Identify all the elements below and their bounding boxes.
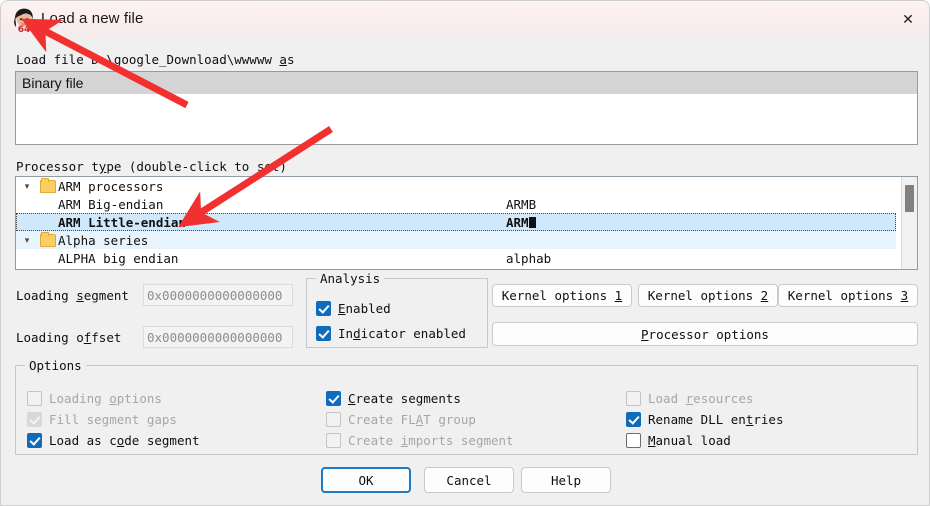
checkbox-label: Load as code segment: [49, 433, 200, 448]
text-caret: [528, 216, 536, 228]
tree-row-code: ARMB: [506, 196, 537, 212]
checkbox-indicator-enabled[interactable]: Indicator enabled: [316, 326, 466, 341]
folder-icon: [38, 177, 58, 193]
loading-segment-input[interactable]: 0x0000000000000000: [143, 284, 293, 306]
checkbox-label: Rename DLL entries: [648, 412, 784, 427]
load-file-suffix: s: [286, 52, 295, 67]
kernel-options-1-button[interactable]: Kernel options 1: [492, 284, 632, 307]
file-format-list[interactable]: Binary file: [15, 71, 918, 145]
seg-label-rest: egment: [83, 288, 129, 303]
svg-text:64: 64: [18, 25, 31, 33]
checkbox-box[interactable]: [326, 391, 341, 406]
checkbox-loading-options[interactable]: Loading options: [27, 391, 162, 406]
processor-type-label: Processor type (double-click to set): [16, 159, 287, 174]
load-file-label: Load file D:\google_Download\wwwww as: [16, 52, 294, 67]
title-bar: 64 Load a new file ✕: [1, 1, 929, 38]
loading-segment-label: Loading segment: [16, 288, 129, 303]
checkbox-label: Fill segment gaps: [49, 412, 177, 427]
checkbox-label: Create imports segment: [348, 433, 514, 448]
kernel-options-2-button[interactable]: Kernel options 2: [638, 284, 778, 307]
tree-row-label: ARM Big-endian: [58, 196, 164, 212]
load-new-file-dialog: 64 Load a new file ✕ Load file D:\google…: [0, 0, 930, 506]
load-file-mnemonic: a: [279, 52, 287, 67]
ida-logo-icon: 64: [14, 8, 34, 33]
checkbox-label: Create FLAT group: [348, 412, 476, 427]
checkbox-box[interactable]: [316, 326, 331, 341]
processor-options-button[interactable]: Processor options: [492, 322, 918, 346]
tree-row-code: alphab: [506, 250, 552, 266]
tree-scrollbar[interactable]: [901, 177, 917, 269]
checkbox-box[interactable]: [27, 391, 42, 406]
checkbox-label: Manual load: [648, 433, 731, 448]
help-button[interactable]: Help: [521, 467, 611, 493]
checkbox-load-resources[interactable]: Load resources: [626, 391, 753, 406]
analysis-group-title: Analysis: [316, 271, 385, 286]
chevron-down-icon[interactable]: ▾: [16, 181, 38, 192]
ok-button[interactable]: OK: [321, 467, 411, 493]
checkbox-box[interactable]: [27, 412, 42, 427]
checkbox-create-flat-group[interactable]: Create FLAT group: [326, 412, 476, 427]
tree-row-arm-processors[interactable]: ▾ ARM processors: [16, 177, 896, 195]
off-label-prefix: Loading o: [16, 330, 84, 345]
checkbox-label: Enabled: [338, 301, 391, 316]
close-icon[interactable]: ✕: [885, 1, 929, 37]
tree-row-code: ARM: [506, 215, 536, 230]
processor-tree-rows: ▾ ARM processors ARM Big-endian ARMB ARM…: [16, 177, 896, 267]
checkbox-box[interactable]: [326, 412, 341, 427]
checkbox-box[interactable]: [626, 391, 641, 406]
checkbox-manual-load[interactable]: Manual load: [626, 433, 731, 448]
tree-row-label-text: ARM Little-endian: [58, 214, 186, 230]
seg-label-prefix: Loading: [16, 288, 77, 303]
checkbox-box[interactable]: [626, 433, 641, 448]
processor-label-prefix: Processor t: [16, 159, 99, 174]
cancel-button[interactable]: Cancel: [424, 467, 514, 493]
tree-scrollbar-thumb[interactable]: [905, 185, 914, 212]
options-group-title: Options: [25, 358, 86, 373]
checkbox-create-imports-segment[interactable]: Create imports segment: [326, 433, 514, 448]
checkbox-load-as-code-segment[interactable]: Load as code segment: [27, 433, 200, 448]
off-label-rest: fset: [91, 330, 122, 345]
window-title: Load a new file: [41, 10, 144, 27]
list-item-binary-file[interactable]: Binary file: [16, 72, 917, 94]
load-file-prefix: Load file: [16, 52, 92, 67]
processor-label-rest: pe (double-click to set): [106, 159, 287, 174]
checkbox-label: Loading options: [49, 391, 162, 406]
folder-icon: [38, 231, 58, 247]
tree-row-label: ARM Little-endian: [58, 215, 506, 230]
processor-type-tree[interactable]: ▾ ARM processors ARM Big-endian ARMB ARM…: [15, 176, 918, 270]
checkbox-label: Create segments: [348, 391, 461, 406]
tree-row-label: ALPHA big endian: [58, 250, 179, 266]
tree-row-arm-big-endian[interactable]: ARM Big-endian ARMB: [16, 195, 896, 213]
tree-row-label: Alpha series: [58, 232, 149, 248]
tree-row-code-text: ARM: [506, 214, 529, 230]
tree-row-alpha-series[interactable]: ▾ Alpha series: [16, 231, 896, 249]
checkbox-box[interactable]: [27, 433, 42, 448]
tree-row-arm-little-endian[interactable]: ARM Little-endian ARM: [16, 213, 896, 231]
checkbox-box[interactable]: [316, 301, 331, 316]
load-file-path: D:\google_Download\wwwww: [91, 52, 272, 67]
checkbox-rename-dll-entries[interactable]: Rename DLL entries: [626, 412, 783, 427]
checkbox-label: Indicator enabled: [338, 326, 466, 341]
chevron-down-icon[interactable]: ▾: [16, 235, 38, 246]
checkbox-box[interactable]: [326, 433, 341, 448]
checkbox-fill-segment-gaps[interactable]: Fill segment gaps: [27, 412, 177, 427]
tree-row-label: ARM processors: [58, 178, 164, 194]
checkbox-box[interactable]: [626, 412, 641, 427]
checkbox-analysis-enabled[interactable]: Enabled: [316, 301, 391, 316]
checkbox-create-segments[interactable]: Create segments: [326, 391, 461, 406]
loading-offset-input[interactable]: 0x0000000000000000: [143, 326, 293, 348]
seg-label-mnemonic: s: [76, 288, 84, 303]
tree-row-alpha-big-endian[interactable]: ALPHA big endian alphab: [16, 249, 896, 267]
checkbox-label: Load resources: [648, 391, 754, 406]
loading-offset-label: Loading offset: [16, 330, 121, 345]
kernel-options-3-button[interactable]: Kernel options 3: [778, 284, 918, 307]
